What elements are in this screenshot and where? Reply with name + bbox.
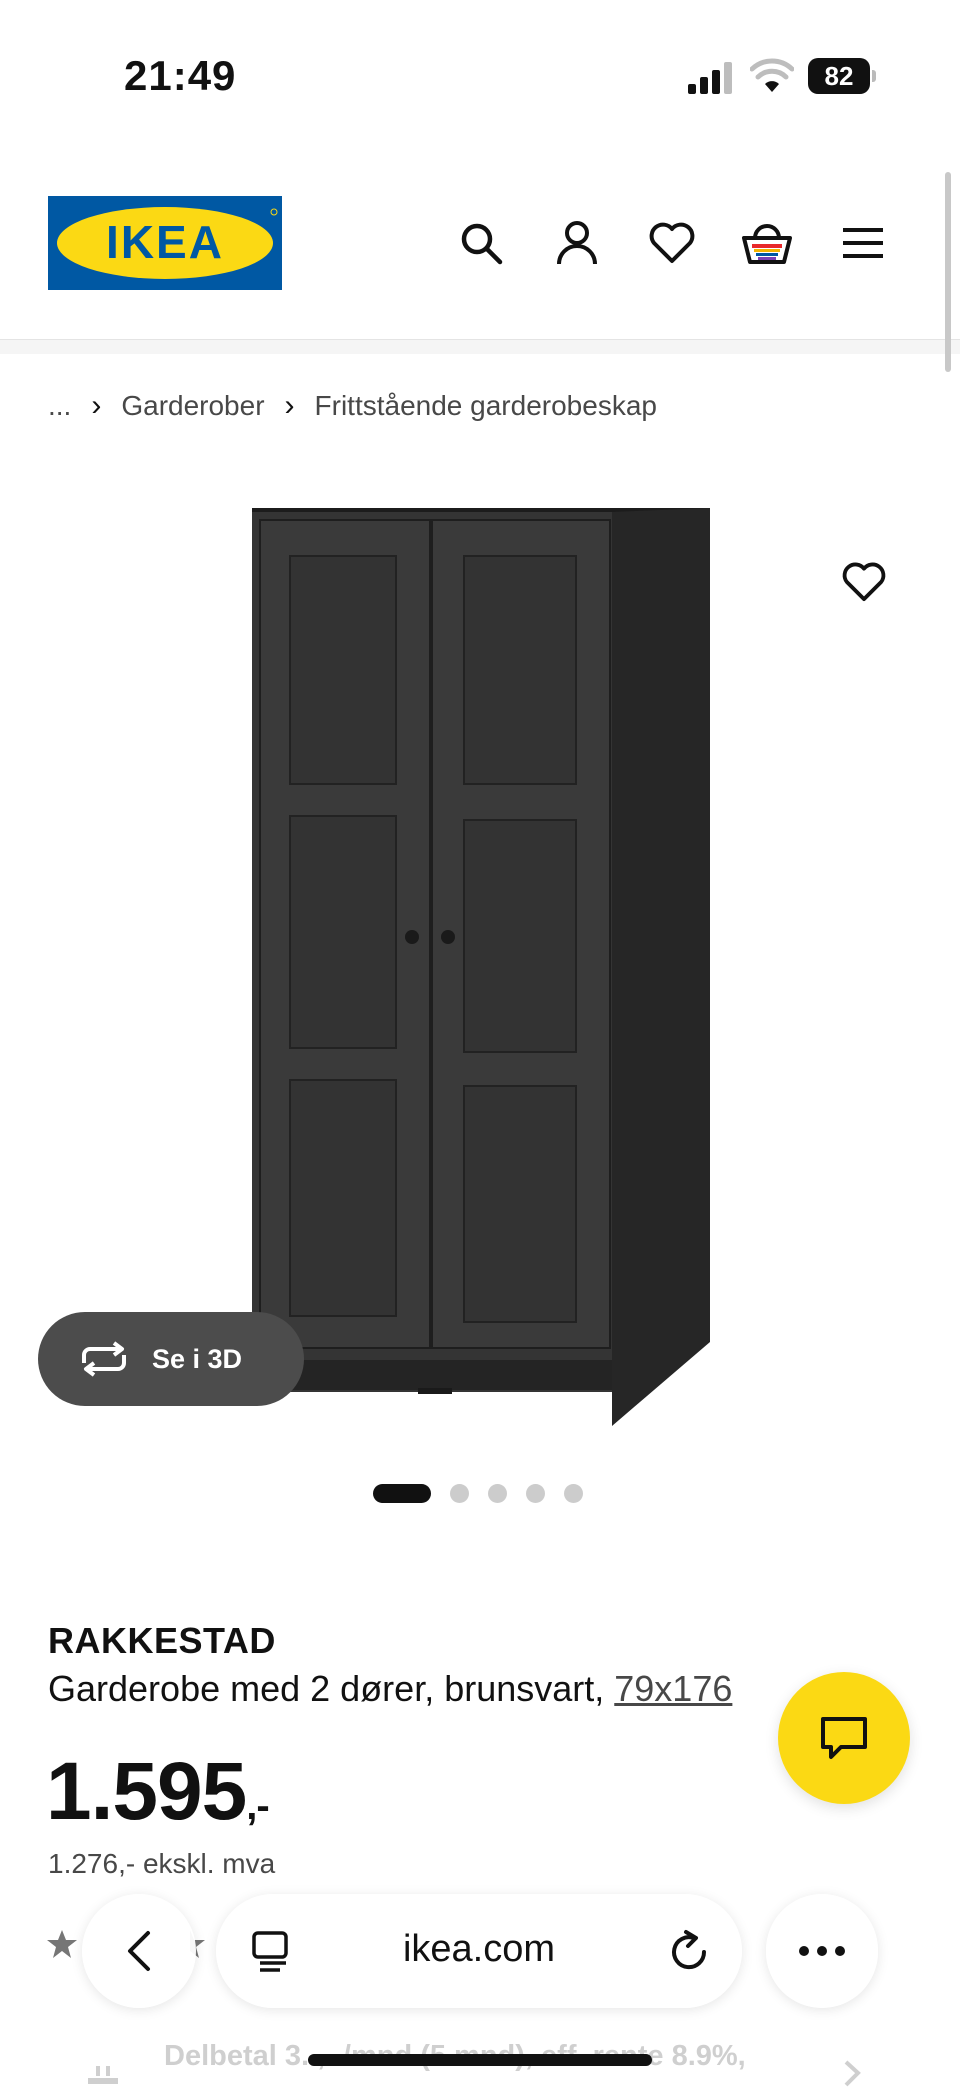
product-image[interactable] [0, 480, 960, 1440]
site-header: IKEA [0, 150, 960, 340]
chevron-right-icon: › [91, 389, 102, 422]
gallery-dot[interactable] [564, 1483, 583, 1503]
account-icon[interactable] [550, 216, 604, 270]
product-name: RAKKESTAD [48, 1620, 276, 1661]
rotate-3d-icon [82, 1341, 126, 1377]
product-description-text: Garderobe med 2 dører, brunsvart, [48, 1668, 615, 1709]
breadcrumb-garderober[interactable]: Garderober [121, 390, 264, 422]
home-indicator[interactable] [308, 2054, 652, 2066]
breadcrumb-frittstaende[interactable]: Frittstående garderobeskap [315, 390, 657, 422]
product-price: 1.595,- [46, 1745, 270, 1839]
installment-icon [88, 2066, 118, 2084]
rating-star-icon [47, 1930, 77, 1958]
gallery-dot-active[interactable] [373, 1483, 431, 1503]
chat-button[interactable] [778, 1672, 910, 1804]
battery-level: 82 [808, 58, 870, 94]
wifi-icon [750, 58, 794, 92]
chevron-right-icon: › [284, 389, 295, 422]
chevron-left-icon [128, 1931, 150, 1971]
breadcrumb-ellipsis[interactable]: ... [48, 390, 71, 422]
cart-icon[interactable] [740, 216, 794, 270]
product-size-link[interactable]: 79x176 [614, 1668, 732, 1709]
gallery-dot[interactable] [526, 1483, 545, 1503]
product-description: Garderobe med 2 dører, brunsvart, 79x176 [48, 1668, 732, 1710]
chevron-right-icon [844, 2060, 861, 2087]
wardrobe-image [252, 508, 710, 1426]
view-3d-button[interactable]: Se i 3D [38, 1312, 304, 1406]
page-scrollbar[interactable] [945, 172, 951, 372]
price-value: 1.595 [46, 1746, 247, 1837]
view-3d-label: Se i 3D [152, 1343, 243, 1374]
ikea-logo[interactable]: IKEA [48, 196, 282, 290]
header-divider [0, 340, 960, 354]
price-suffix: ,- [246, 1784, 269, 1828]
gallery-pagination [373, 1482, 583, 1504]
browser-more-button[interactable] [766, 1894, 878, 2008]
heart-icon [842, 562, 886, 602]
add-to-wishlist-button[interactable] [836, 554, 892, 610]
browser-back-button[interactable] [82, 1894, 196, 2008]
browser-address-bar[interactable]: ikea.com [216, 1894, 742, 2008]
reload-icon[interactable] [668, 1928, 710, 1974]
wishlist-icon[interactable] [645, 216, 699, 270]
gallery-dot[interactable] [450, 1483, 469, 1503]
status-time: 21:49 [124, 52, 237, 99]
status-bar: 21:49 82 [0, 0, 960, 150]
search-icon[interactable] [454, 216, 508, 270]
breadcrumb: ... › Garderober › Frittstående garderob… [48, 386, 657, 426]
menu-icon[interactable] [836, 216, 890, 270]
chat-icon [821, 1717, 867, 1759]
gallery-dot[interactable] [488, 1483, 507, 1503]
battery-icon: 82 [808, 58, 876, 94]
cellular-signal-icon [688, 62, 732, 94]
svg-text:IKEA: IKEA [106, 216, 224, 268]
price-excl-vat: 1.276,- ekskl. mva [48, 1848, 276, 1879]
browser-url: ikea.com [402, 1928, 556, 1970]
more-icon [799, 1946, 845, 1956]
